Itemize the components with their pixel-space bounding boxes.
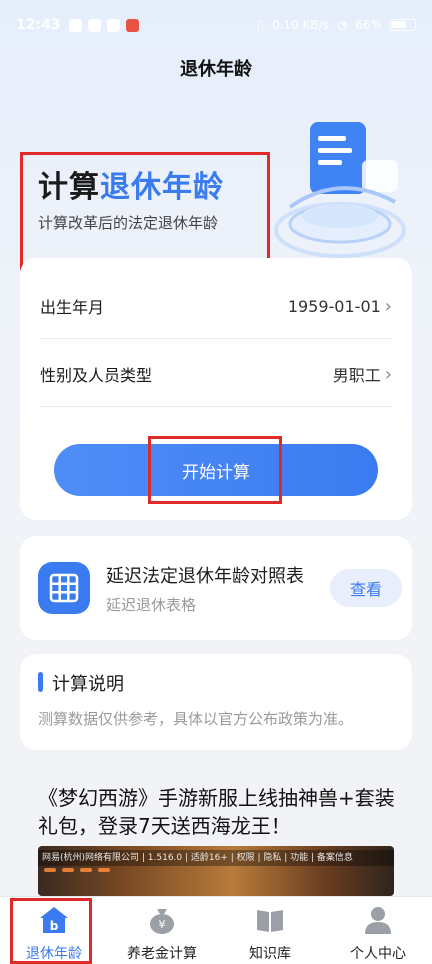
ad-info-strip: 网易(杭州)网络有限公司 | 1.516.0 | 适龄16+ | 权限 | 隐私… — [38, 850, 394, 866]
app-notification-icon — [125, 18, 139, 32]
grid-table-icon — [38, 562, 90, 614]
birth-date-row[interactable]: 出生年月 1959-01-01 › — [20, 274, 412, 338]
ad-title[interactable]: 《梦幻西游》手游新服上线抽神兽+套装礼包，登录7天送西海龙王！ — [38, 784, 398, 840]
nav-bar: 退休年龄 — [0, 52, 432, 88]
chevron-right-icon: › — [384, 295, 392, 317]
comparison-table-card[interactable]: 延迟法定退休年龄对照表 延迟退休表格 查看 — [20, 536, 412, 640]
paw-icon — [68, 18, 82, 32]
hero-section: 计算退休年龄 计算改革后的法定退休年龄 — [20, 152, 270, 270]
wifi-icon: ◔ — [336, 18, 348, 32]
svg-text:¥: ¥ — [159, 918, 166, 931]
highlight-box — [148, 436, 282, 504]
user-icon — [365, 907, 391, 934]
tab-pension-calc[interactable]: ¥ 养老金计算 — [108, 897, 216, 964]
calc-form-card: 出生年月 1959-01-01 › 性别及人员类型 男职工 › 开始计算 — [20, 258, 412, 520]
tab-knowledge[interactable]: 知识库 — [216, 897, 324, 964]
ad-badge — [80, 868, 92, 872]
status-left-icons — [68, 18, 139, 32]
status-right: ▯ 0.10 KB/s ◔ 66% — [257, 18, 416, 32]
divider — [40, 338, 392, 339]
money-bag-icon: ¥ — [150, 909, 174, 934]
document-illustration-icon — [274, 122, 406, 258]
chevron-right-icon: › — [384, 363, 392, 385]
status-bar: 12:43 ▯ 0.10 KB/s ◔ 66% — [0, 0, 432, 50]
page-title: 退休年龄 — [180, 59, 252, 80]
section-accent-bar — [38, 672, 43, 692]
net-speed: 0.10 KB/s — [271, 18, 329, 32]
battery-icon — [390, 19, 416, 31]
birth-date-text: 1959-01-01 — [287, 296, 381, 316]
calendar-icon — [87, 18, 101, 32]
note-title: 计算说明 — [52, 674, 124, 695]
sync-icon — [106, 18, 120, 32]
vibrate-icon: ▯ — [257, 18, 264, 32]
birth-date-label: 出生年月 — [40, 298, 105, 317]
tab-label: 个人中心 — [350, 946, 406, 962]
person-type-text: 男职工 — [332, 366, 381, 385]
person-type-row[interactable]: 性别及人员类型 男职工 › — [20, 342, 412, 406]
person-type-label: 性别及人员类型 — [40, 366, 153, 385]
highlight-box — [20, 152, 270, 270]
ad-badges — [44, 868, 110, 872]
table-card-subtitle: 延迟退休表格 — [106, 596, 197, 614]
note-text: 测算数据仅供参考，具体以官方公布政策为准。 — [38, 710, 354, 728]
tab-label: 知识库 — [249, 946, 291, 962]
calc-note-card: 计算说明 测算数据仅供参考，具体以官方公布政策为准。 — [20, 654, 412, 750]
table-card-title: 延迟法定退休年龄对照表 — [106, 566, 304, 587]
tab-profile[interactable]: 个人中心 — [324, 897, 432, 964]
battery-percent: 66% — [355, 18, 382, 32]
book-icon — [257, 910, 283, 932]
view-button[interactable]: 查看 — [330, 569, 402, 607]
highlight-box — [10, 898, 92, 964]
divider — [40, 406, 392, 407]
status-time: 12:43 — [16, 17, 61, 33]
tab-label: 养老金计算 — [127, 946, 197, 962]
birth-date-value: 1959-01-01 › — [288, 296, 392, 317]
ad-badge — [62, 868, 74, 872]
ad-badge — [98, 868, 110, 872]
person-type-value: 男职工 › — [333, 362, 392, 386]
ad-badge — [44, 868, 56, 872]
ad-banner-image[interactable]: 网易(杭州)网络有限公司 | 1.516.0 | 适龄16+ | 权限 | 隐私… — [38, 846, 394, 896]
